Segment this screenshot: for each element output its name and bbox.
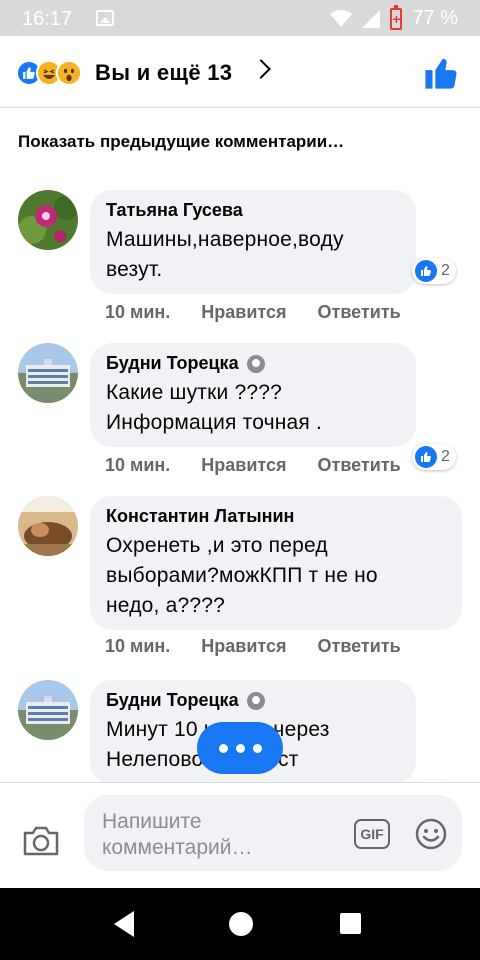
- comment-line: везут.: [106, 258, 163, 281]
- comment-line: Машины,наверное,воду: [106, 228, 344, 251]
- like-count-value: 2: [441, 262, 450, 279]
- comment-composer: Напишите комментарий… GIF: [0, 782, 480, 888]
- typing-dot: [252, 743, 262, 753]
- author-name[interactable]: Татьяна Гусева: [106, 200, 243, 221]
- comment-line: Информация точная .: [106, 411, 323, 434]
- avatar[interactable]: [18, 680, 78, 740]
- status-time: 16:17: [22, 8, 73, 30]
- verified-badge-icon: [246, 691, 265, 710]
- comment-bubble[interactable]: Татьяна Гусева Машины,наверное,воду везу…: [90, 190, 416, 294]
- comments-sheet: Вы и ещё 13 Показать предыдущие коммента…: [0, 36, 480, 888]
- like-icon: [415, 260, 437, 282]
- battery-percent: 77 %: [412, 7, 458, 29]
- comment-text: Машины,наверное,воду везут.: [106, 225, 400, 285]
- chevron-right-icon[interactable]: [251, 59, 271, 79]
- comment-author[interactable]: Будни Торецка: [106, 690, 400, 711]
- comment-input[interactable]: Напишите комментарий… GIF: [84, 795, 462, 871]
- comment-text: Охренеть ,и это перед выборами?можКПП т …: [106, 531, 446, 621]
- reply-button[interactable]: Ответить: [318, 455, 401, 476]
- avatar[interactable]: [18, 343, 78, 403]
- comment-like-count[interactable]: 2: [412, 258, 456, 284]
- comment-time: 10 мин.: [105, 302, 171, 322]
- avatar[interactable]: [18, 190, 78, 250]
- comment-line: Какие шутки ????: [106, 381, 282, 404]
- comment-author[interactable]: Константин Латынин: [106, 506, 446, 527]
- wifi-icon: [330, 9, 353, 27]
- comment-bubble[interactable]: Константин Латынин Охренеть ,и это перед…: [90, 496, 462, 630]
- like-button[interactable]: Нравится: [201, 636, 286, 657]
- reply-button[interactable]: Ответить: [318, 302, 401, 323]
- avatar[interactable]: [18, 496, 78, 556]
- wow-reaction-icon: [56, 60, 82, 86]
- system-nav-bar: [0, 888, 480, 960]
- reactions-header[interactable]: Вы и ещё 13: [0, 36, 480, 108]
- gif-button[interactable]: GIF: [354, 819, 390, 849]
- emoji-icon[interactable]: [414, 817, 448, 851]
- camera-icon[interactable]: [22, 825, 60, 857]
- typing-dot: [218, 743, 228, 753]
- reaction-icons[interactable]: [16, 60, 82, 86]
- author-name[interactable]: Константин Латынин: [106, 506, 294, 527]
- typing-indicator: [197, 722, 283, 774]
- comment-bubble[interactable]: Будни Торецка Какие шутки ???? Информаци…: [90, 343, 416, 447]
- comment-placeholder: Напишите комментарий…: [102, 810, 253, 859]
- comment-time: 10 мин.: [105, 636, 171, 656]
- reactions-summary[interactable]: Вы и ещё 13: [95, 60, 232, 86]
- typing-dot: [235, 743, 245, 753]
- verified-badge-icon: [246, 354, 265, 373]
- comment-line: выборами?можКПП т не но: [106, 564, 378, 587]
- home-icon[interactable]: [229, 912, 253, 936]
- like-button[interactable]: Нравится: [201, 455, 286, 476]
- signal-icon: [362, 9, 381, 28]
- recent-apps-icon[interactable]: [340, 913, 361, 934]
- like-button[interactable]: Нравится: [201, 302, 286, 323]
- status-right: 77 %: [330, 4, 458, 30]
- status-bar: 16:17 77 %: [0, 0, 480, 36]
- comment-time: 10 мин.: [105, 455, 171, 475]
- back-icon[interactable]: [114, 911, 134, 937]
- comment-author[interactable]: Будни Торецка: [106, 353, 400, 374]
- comment-actions: 10 мин. Нравится Ответить: [105, 455, 432, 476]
- like-count-value: 2: [441, 448, 450, 465]
- comment-author[interactable]: Татьяна Гусева: [106, 200, 400, 221]
- comment-line: недо, а????: [106, 594, 226, 617]
- comment-actions: 10 мин. Нравится Ответить: [105, 302, 432, 323]
- comment-actions: 10 мин. Нравится Ответить: [105, 636, 432, 657]
- comment-line: Охренеть ,и это перед: [106, 534, 328, 557]
- thumbs-up-icon[interactable]: [424, 56, 458, 90]
- comment-text: Какие шутки ???? Информация точная .: [106, 378, 400, 438]
- gallery-notification-icon: [96, 10, 114, 26]
- reply-button[interactable]: Ответить: [318, 636, 401, 657]
- author-name[interactable]: Будни Торецка: [106, 353, 239, 374]
- author-name[interactable]: Будни Торецка: [106, 690, 239, 711]
- show-previous-comments[interactable]: Показать предыдущие комментарии…: [18, 132, 344, 152]
- battery-charging-icon: [390, 4, 403, 30]
